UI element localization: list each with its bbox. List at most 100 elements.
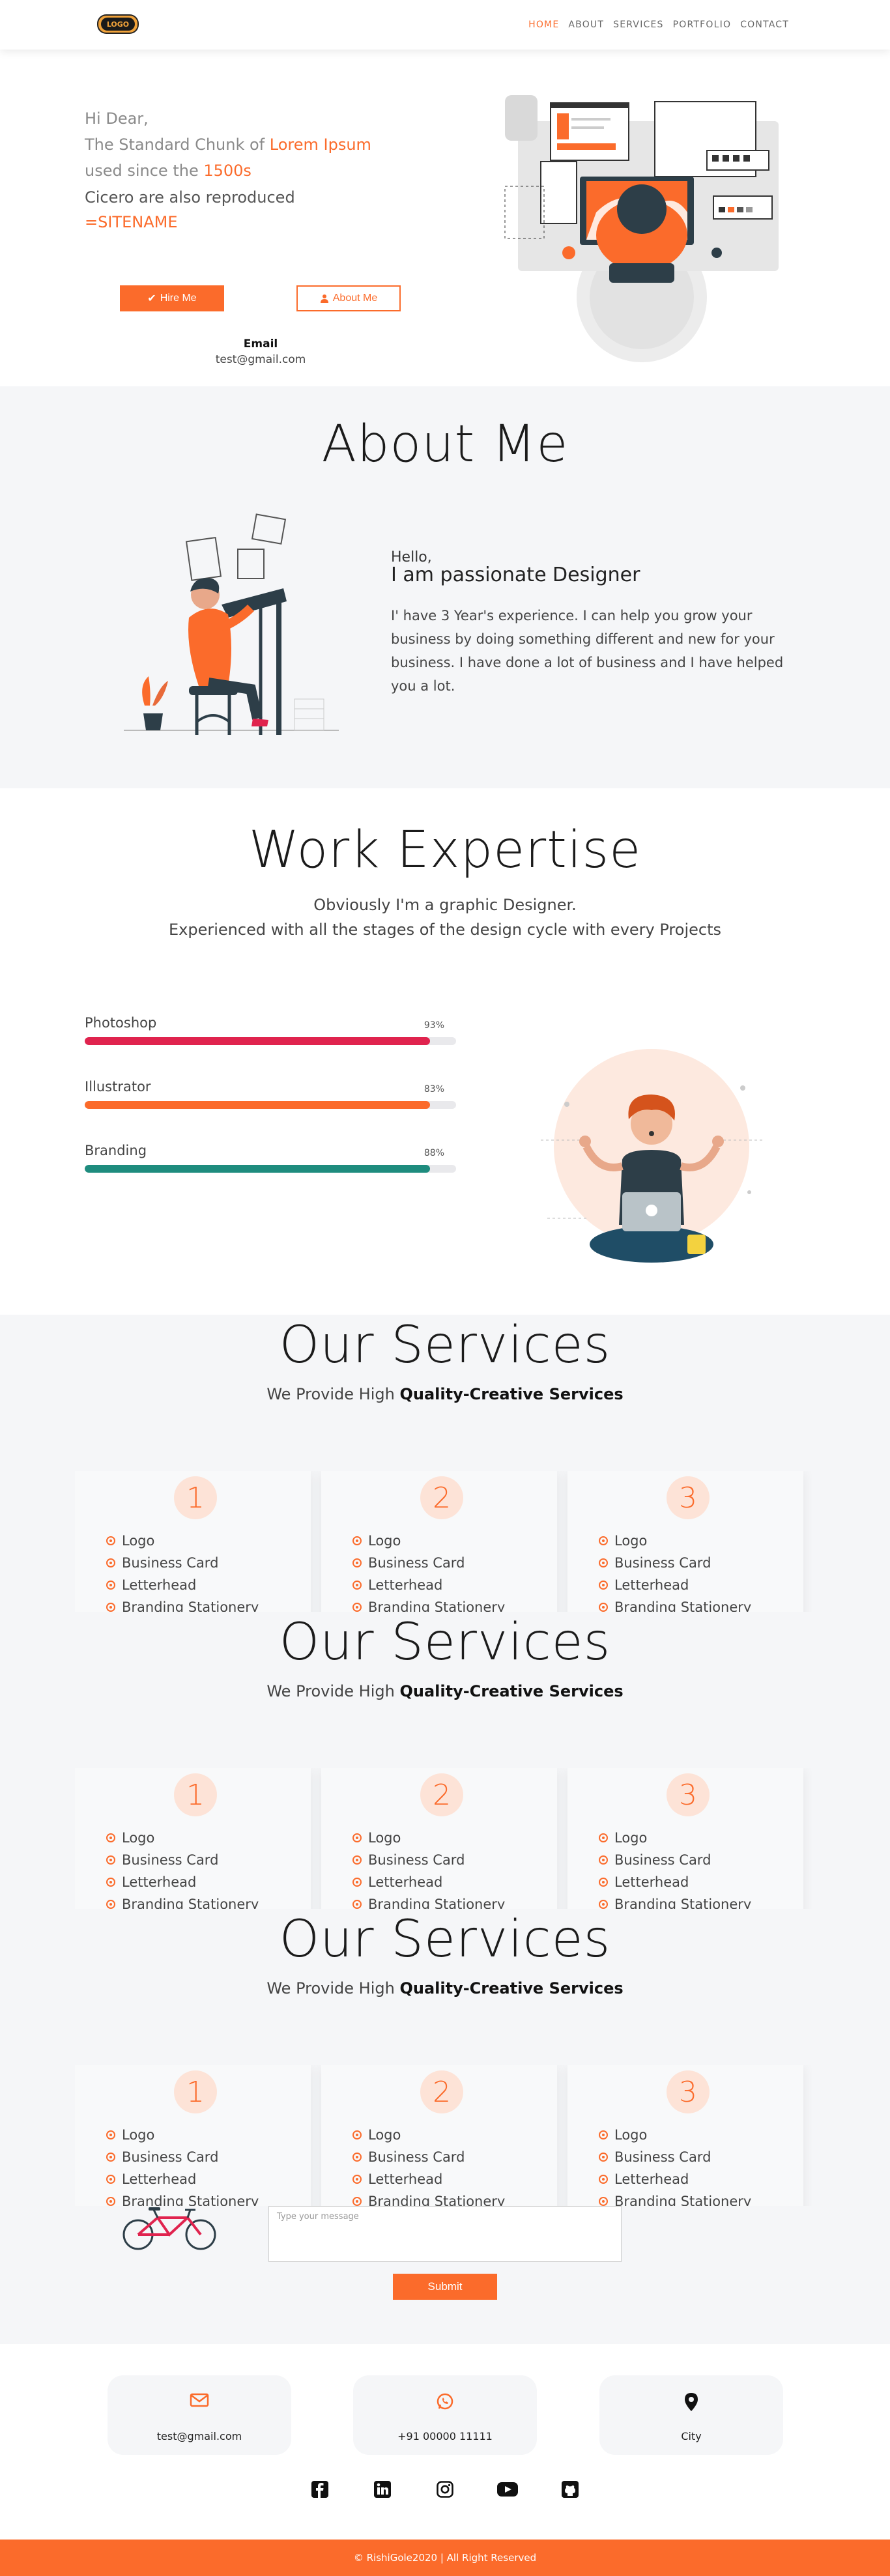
service-item: Business Card (599, 2146, 751, 2168)
service-item-label: Branding Stationery (368, 2194, 506, 2206)
skill-percent: 88% (423, 1148, 444, 1158)
service-item-label: Business Card (368, 1852, 465, 1868)
bullet-icon (106, 2197, 115, 2206)
map-pin-icon-wrap (599, 2392, 783, 2412)
bullet-icon (106, 1833, 115, 1842)
bullet-icon (106, 2130, 115, 2140)
skill-bar-fill (85, 1037, 431, 1045)
service-item: Letterhead (599, 2168, 751, 2190)
nav-portfolio[interactable]: PORTFOLIO (673, 20, 732, 30)
service-item: Business Card (352, 1849, 505, 1871)
hero-highlight-lorem: Lorem Ipsum (269, 136, 371, 154)
service-card[interactable]: 2 Logo Business Card Letterhead Branding… (321, 1471, 557, 1612)
services-subtitle-bold: Quality-Creative Services (399, 1385, 624, 1403)
skill-photoshop: Photoshop 93% (85, 1015, 456, 1045)
service-number: 3 (667, 2070, 710, 2113)
service-item-label: Business Card (368, 2149, 465, 2165)
service-item: Logo (106, 1530, 259, 1552)
service-item: Branding Stationery (352, 2190, 505, 2206)
bullet-icon (106, 1581, 115, 1590)
service-cards: 1 Logo Business Card Letterhead Branding… (75, 1471, 812, 1612)
service-item: Logo (106, 2124, 259, 2146)
hero-subtext: Cicero are also reproduced =SITENAME (85, 185, 295, 235)
nav-about[interactable]: ABOUT (568, 20, 604, 30)
hero-line-1: Hi Dear, (85, 109, 149, 128)
service-card[interactable]: 3 Logo Business Card Letterhead Branding… (567, 1471, 803, 1612)
contact-card-city[interactable]: City (599, 2375, 783, 2455)
service-cards: 1 Logo Business Card Letterhead Branding… (75, 1768, 812, 1909)
about-title: About Me (321, 415, 569, 474)
service-item-label: Branding Stationery (614, 1896, 752, 1909)
bullet-icon (599, 1536, 608, 1545)
bullet-icon (106, 1536, 115, 1545)
skill-name: Branding (85, 1143, 147, 1158)
skill-percent: 83% (423, 1084, 444, 1095)
bullet-icon (599, 1603, 608, 1612)
service-item-label: Logo (368, 2127, 401, 2143)
work-subtitle: Obviously I'm a graphic Designer. Experi… (0, 893, 890, 942)
about-heading: I am passionate Designer (391, 564, 640, 586)
service-item: Business Card (106, 1552, 259, 1574)
service-item: Logo (599, 1530, 751, 1552)
service-item-label: Logo (122, 1830, 155, 1846)
github-icon[interactable] (559, 2478, 581, 2500)
service-card[interactable]: 1 Logo Business Card Letterhead Branding… (75, 2065, 311, 2206)
submit-button[interactable]: Submit (393, 2274, 497, 2300)
skill-bar-track (85, 1037, 456, 1045)
service-number: 1 (174, 2070, 217, 2113)
service-number: 2 (420, 2070, 463, 2113)
nav-home[interactable]: HOME (528, 20, 559, 30)
nav-contact[interactable]: CONTACT (740, 20, 789, 30)
skill-branding: Branding 88% (85, 1143, 456, 1173)
hero-line-3: used since the 1500s (85, 158, 371, 184)
bullet-icon (106, 1558, 115, 1567)
message-input[interactable] (268, 2206, 622, 2262)
skill-bar-track (85, 1165, 456, 1173)
service-item-label: Letterhead (614, 2171, 689, 2187)
meditating-designer-illustration (541, 1049, 762, 1263)
service-item: Business Card (599, 1849, 751, 1871)
youtube-icon[interactable] (496, 2478, 519, 2500)
service-item-label: Branding Stationery (614, 2194, 752, 2206)
service-item-label: Logo (614, 1533, 648, 1549)
service-item: Branding Stationery (106, 2190, 259, 2206)
service-number: 3 (667, 1476, 710, 1519)
hero-section: Hi Dear, The Standard Chunk of Lorem Ips… (0, 50, 890, 386)
logo[interactable]: LOGO (94, 9, 141, 39)
about-me-button[interactable]: About Me (296, 285, 401, 311)
service-item-label: Letterhead (122, 1874, 197, 1890)
service-item-label: Branding Stationery (122, 2194, 259, 2206)
bullet-icon (599, 2130, 608, 2140)
contact-card-phone[interactable]: +91 00000 11111 (353, 2375, 537, 2455)
service-item-label: Business Card (614, 2149, 711, 2165)
service-item-label: Business Card (614, 1555, 711, 1571)
bullet-icon (599, 1833, 608, 1842)
service-card[interactable]: 3 Logo Business Card Letterhead Branding… (567, 2065, 803, 2206)
service-item-label: Logo (368, 1533, 401, 1549)
instagram-icon[interactable] (434, 2478, 456, 2500)
nav-services[interactable]: SERVICES (613, 20, 664, 30)
services-subtitle-bold: Quality-Creative Services (399, 1979, 624, 1997)
service-item: Letterhead (106, 1574, 259, 1596)
service-card[interactable]: 3 Logo Business Card Letterhead Branding… (567, 1768, 803, 1909)
service-card[interactable]: 2 Logo Business Card Letterhead Branding… (321, 1768, 557, 1909)
bullet-icon (599, 1558, 608, 1567)
hero-greeting: Hi Dear, The Standard Chunk of Lorem Ips… (85, 106, 371, 184)
facebook-icon[interactable] (309, 2478, 331, 2500)
main-menu: HOME ABOUT SERVICES PORTFOLIO CONTACT (528, 20, 789, 30)
bullet-icon (106, 1878, 115, 1887)
linkedin-icon[interactable] (371, 2478, 394, 2500)
service-item: Business Card (106, 1849, 259, 1871)
service-item: Letterhead (106, 1871, 259, 1893)
hire-me-button[interactable]: ✔ Hire Me (120, 285, 224, 311)
service-item-label: Branding Stationery (122, 1599, 259, 1612)
bullet-icon (599, 2175, 608, 2184)
service-card[interactable]: 1 Logo Business Card Letterhead Branding… (75, 1471, 311, 1612)
skill-illustrator: Illustrator 83% (85, 1079, 456, 1109)
hero-email[interactable]: test@gmail.com (195, 353, 326, 366)
contact-email: test@gmail.com (156, 2430, 242, 2442)
service-card[interactable]: 2 Logo Business Card Letterhead Branding… (321, 2065, 557, 2206)
hire-me-label: Hire Me (160, 293, 197, 304)
contact-card-email[interactable]: test@gmail.com (108, 2375, 291, 2455)
service-card[interactable]: 1 Logo Business Card Letterhead Branding… (75, 1768, 311, 1909)
